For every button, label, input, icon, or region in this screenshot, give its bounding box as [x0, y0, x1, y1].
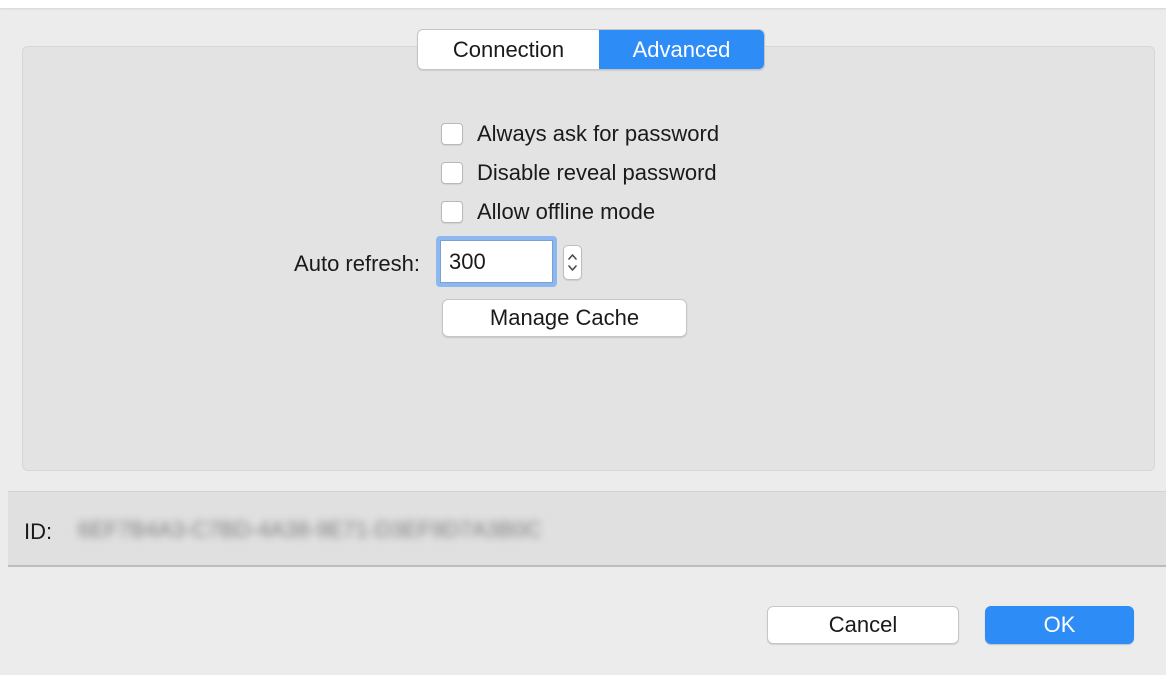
disable-reveal-password-label: Disable reveal password [477, 160, 717, 185]
manage-cache-button[interactable]: Manage Cache [442, 299, 687, 337]
auto-refresh-stepper[interactable] [563, 245, 582, 280]
allow-offline-mode-label: Allow offline mode [477, 199, 656, 224]
auto-refresh-input[interactable] [440, 240, 553, 283]
disable-reveal-password-checkbox[interactable] [441, 162, 463, 184]
tab-switcher: Connection Advanced [417, 29, 765, 70]
always-ask-password-label: Always ask for password [477, 121, 720, 146]
tab-advanced[interactable]: Advanced [599, 30, 764, 69]
cancel-button[interactable]: Cancel [767, 606, 959, 644]
ok-button[interactable]: OK [985, 606, 1134, 644]
id-bar: ID: 6EF7B4A3-C7BD-4A38-9E71-D3EF9D7A3B0C [8, 491, 1166, 567]
title-bar-edge [0, 0, 1166, 8]
id-value: 6EF7B4A3-C7BD-4A38-9E71-D3EF9D7A3B0C [78, 517, 542, 542]
always-ask-password-option[interactable]: Always ask for password [441, 119, 719, 149]
allow-offline-mode-checkbox[interactable] [441, 201, 463, 223]
disable-reveal-password-option[interactable]: Disable reveal password [441, 158, 717, 188]
stepper-arrows-icon [568, 254, 577, 271]
auto-refresh-label: Auto refresh: [294, 251, 420, 276]
auto-refresh-field-focus-ring [436, 236, 557, 287]
id-label: ID: [24, 519, 53, 544]
always-ask-password-checkbox[interactable] [441, 123, 463, 145]
tab-connection[interactable]: Connection [418, 30, 599, 69]
allow-offline-mode-option[interactable]: Allow offline mode [441, 197, 655, 227]
advanced-tab-panel [22, 46, 1155, 471]
